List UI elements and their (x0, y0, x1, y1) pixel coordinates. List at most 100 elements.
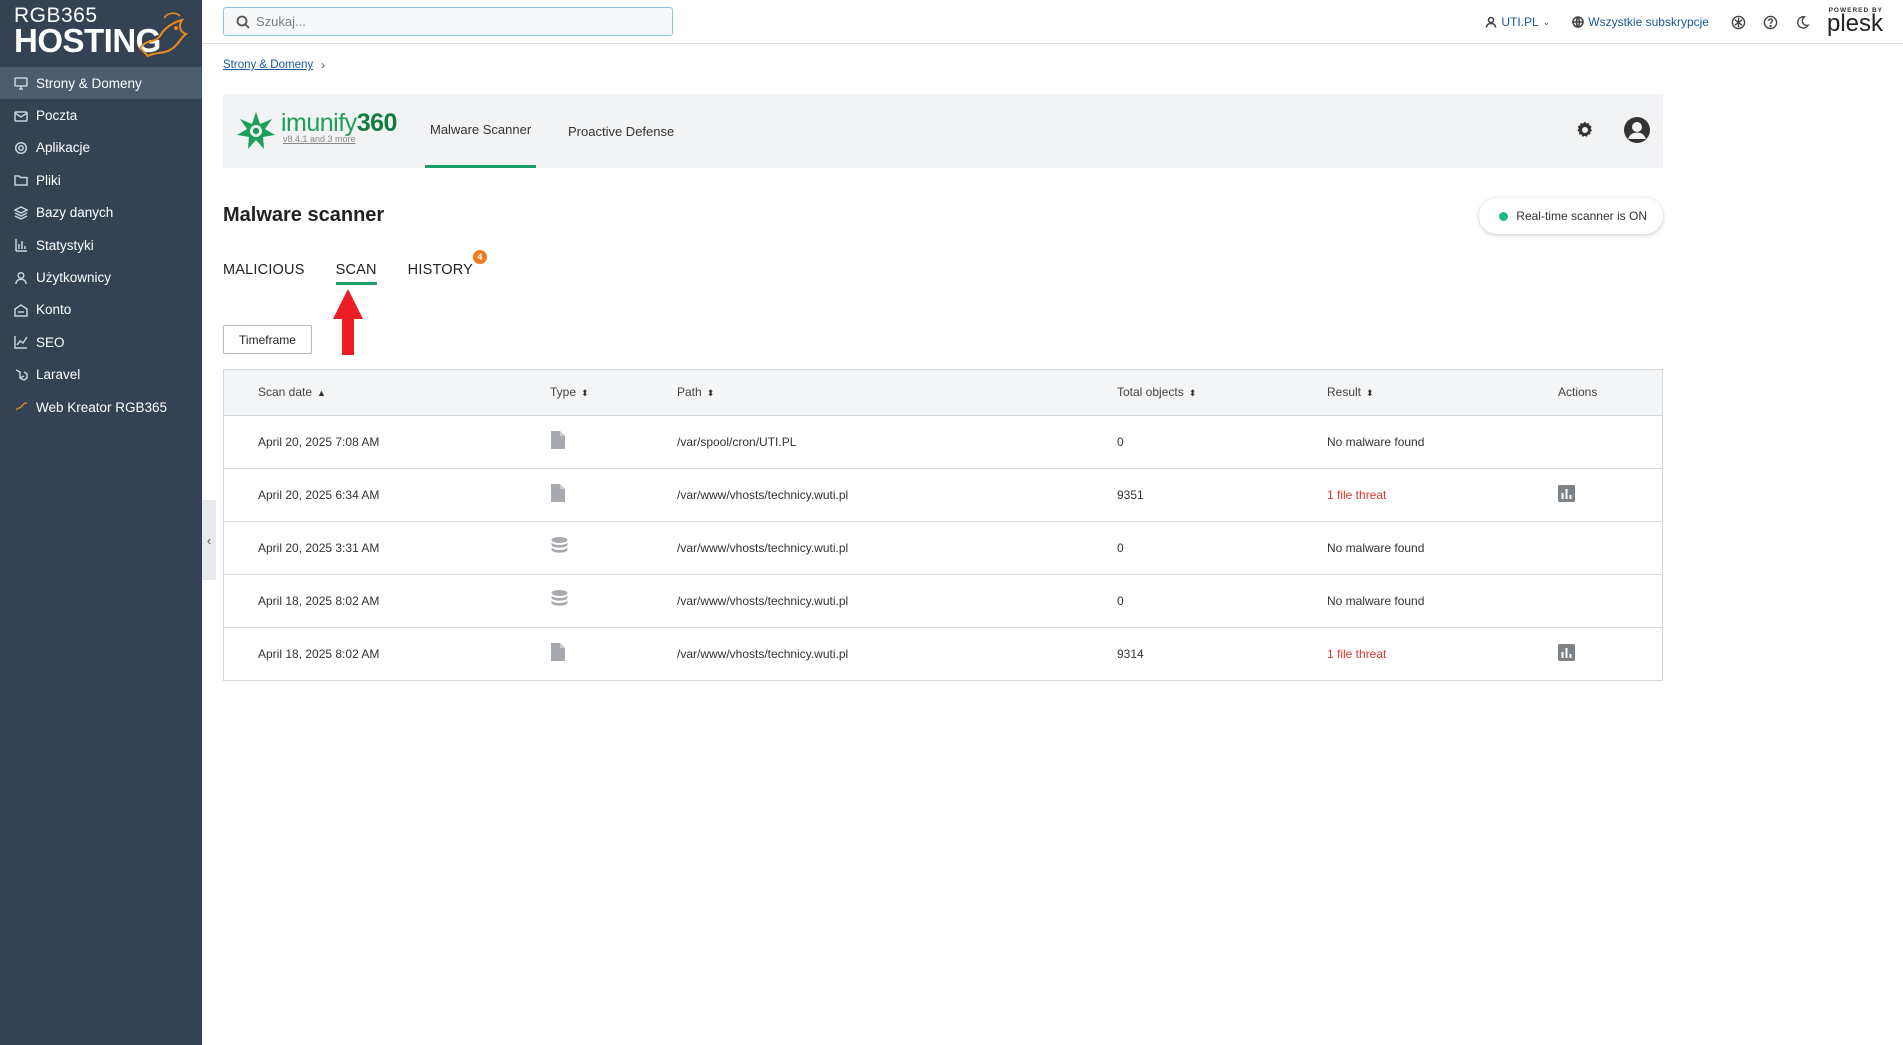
table-row: April 20, 2025 3:31 AM /var/www/vhosts/t… (224, 521, 1662, 575)
type-cell (550, 468, 677, 522)
sidebar-item-webkreator[interactable]: Web Kreator RGB365 (0, 391, 202, 423)
table-row: April 18, 2025 8:02 AM /var/www/vhosts/t… (224, 574, 1662, 628)
help-button[interactable] (1763, 14, 1779, 30)
tab-scan[interactable]: SCAN (335, 262, 377, 285)
report-chart-icon[interactable] (1558, 643, 1575, 661)
column-header-label: Type (550, 385, 577, 400)
dragon-logo-icon (138, 12, 189, 58)
imunify-star-icon (237, 112, 275, 149)
result-cell: 1 file threat (1327, 468, 1558, 522)
path-cell: /var/www/vhosts/technicy.wuti.pl (677, 468, 1117, 522)
path-cell: /var/www/vhosts/technicy.wuti.pl (677, 521, 1117, 575)
monitor-icon (14, 76, 28, 90)
sidebar-item-seo[interactable]: SEO (0, 326, 202, 358)
result-cell: 1 file threat (1327, 646, 1387, 661)
scanner-tabs: MALICIOUS SCAN HISTORY 4 (223, 250, 504, 285)
path-cell: /var/spool/cron/UTI.PL (677, 415, 1117, 469)
realtime-scanner-status[interactable]: Real-time scanner is ON (1479, 198, 1663, 234)
plesk-logo[interactable]: POWERED BY plesk (1826, 7, 1883, 38)
total-objects-cell: 9351 (1117, 468, 1327, 522)
sidebar-item-label: Strony & Domeny (36, 75, 142, 91)
sort-icon: ⬍ (1366, 388, 1374, 399)
user-icon (1486, 16, 1497, 28)
plesk-label: plesk (1826, 10, 1883, 38)
type-cell (550, 415, 677, 469)
puzzle-icon (1732, 15, 1746, 29)
total-objects-cell: 0 (1117, 521, 1327, 575)
column-header-actions: Actions (1558, 370, 1662, 416)
column-header-label: Result (1327, 385, 1362, 400)
sidebar-item-databases[interactable]: Bazy danych (0, 197, 202, 229)
page-title: Malware scanner (223, 204, 385, 226)
scan-date-cell: April 20, 2025 3:31 AM (224, 521, 550, 575)
sidebar-collapse-button[interactable]: ‹ (202, 500, 216, 580)
table-row: April 18, 2025 8:02 AM /var/www/vhosts/t… (224, 627, 1662, 680)
avatar-icon[interactable] (1623, 116, 1651, 144)
imunify-header: imunify360 v8.4.1 and 3 more Malware Sca… (223, 94, 1663, 168)
imunify-name: imunify360 (281, 110, 397, 136)
moon-icon (1797, 15, 1811, 29)
sidebar-item-label: Web Kreator RGB365 (36, 399, 168, 415)
sidebar-item-users[interactable]: Użytkownicy (0, 261, 202, 293)
sidebar-item-laravel[interactable]: Laravel (0, 359, 202, 391)
tab-malicious[interactable]: MALICIOUS (223, 262, 305, 285)
tab-history[interactable]: HISTORY 4 (408, 250, 487, 285)
total-objects-cell: 0 (1117, 574, 1327, 628)
sidebar-item-label: Konto (36, 302, 72, 318)
type-cell (550, 521, 677, 575)
column-header-total-objects[interactable]: Total objects ⬍ (1117, 370, 1327, 416)
timeframe-button[interactable]: Timeframe (223, 325, 312, 354)
theme-toggle-button[interactable] (1795, 14, 1811, 30)
actions-cell (1558, 468, 1662, 522)
chevron-left-icon: ‹ (206, 532, 212, 548)
actions-cell (1558, 627, 1662, 680)
sidebar-item-domains[interactable]: Strony & Domeny (0, 67, 202, 100)
column-header-label: Total objects (1117, 385, 1184, 400)
table-row: April 20, 2025 6:34 AM /var/www/vhosts/t… (224, 468, 1662, 522)
rgb365-logo[interactable]: RGB365 HOSTING (0, 0, 202, 67)
sidebar-item-account[interactable]: Konto (0, 294, 202, 326)
imunify-logo[interactable]: imunify360 v8.4.1 and 3 more (235, 110, 397, 152)
bar-chart-icon (14, 238, 28, 252)
topbar-right: UTI.PL ⌄ Wszystkie subskrypcje POWERED B… (1485, 0, 1903, 44)
sidebar-nav: Strony & Domeny Poczta Aplikacje Pliki B… (0, 67, 202, 423)
search-icon (236, 15, 250, 29)
sidebar-item-mail[interactable]: Poczta (0, 99, 202, 131)
globe-icon (1572, 16, 1585, 28)
column-header-type[interactable]: Type ⬍ (550, 370, 677, 416)
sort-icon: ⬍ (1188, 388, 1197, 399)
path-cell: /var/www/vhosts/technicy.wuti.pl (677, 574, 1117, 628)
webkreator-icon (14, 400, 28, 414)
tab-proactive-defense[interactable]: Proactive Defense (563, 94, 679, 168)
sidebar-item-apps[interactable]: Aplikacje (0, 132, 202, 164)
extensions-button[interactable] (1731, 14, 1747, 30)
actions-cell (1558, 521, 1662, 575)
column-header-path[interactable]: Path ⬍ (677, 370, 1117, 416)
column-header-scan-date[interactable]: Scan date ▲ (224, 370, 550, 416)
mail-icon (14, 109, 28, 123)
settings-gear-icon[interactable] (1575, 120, 1595, 140)
realtime-scanner-label: Real-time scanner is ON (1516, 209, 1647, 223)
search-input[interactable] (256, 14, 656, 29)
table-row: April 20, 2025 7:08 AM /var/spool/cron/U… (224, 415, 1662, 469)
database-icon (551, 590, 568, 606)
sidebar-item-label: Bazy danych (36, 205, 114, 221)
tab-label: MALICIOUS (223, 262, 305, 278)
subscriptions-menu[interactable]: Wszystkie subskrypcje (1572, 15, 1709, 29)
breadcrumb-link-domains[interactable]: Strony & Domeny (223, 59, 313, 71)
column-header-result[interactable]: Result ⬍ (1327, 370, 1558, 416)
sidebar-item-stats[interactable]: Statystyki (0, 229, 202, 261)
tab-malware-scanner[interactable]: Malware Scanner (425, 94, 537, 168)
sidebar-item-files[interactable]: Pliki (0, 164, 202, 196)
history-count-badge: 4 (473, 250, 487, 264)
database-icon (14, 205, 28, 220)
status-dot-icon (1499, 211, 1509, 221)
user-menu[interactable]: UTI.PL ⌄ (1485, 15, 1550, 29)
sidebar-item-label: Pliki (36, 172, 61, 188)
imunify-header-icons (1575, 116, 1651, 144)
search-box[interactable] (223, 7, 673, 36)
report-chart-icon[interactable] (1558, 484, 1575, 502)
table-header-row: Scan date ▲ Type ⬍ Path ⬍ Total objects ⬍ Re… (224, 370, 1662, 416)
total-objects-cell: 0 (1117, 415, 1327, 469)
tab-label: SCAN (335, 262, 377, 278)
